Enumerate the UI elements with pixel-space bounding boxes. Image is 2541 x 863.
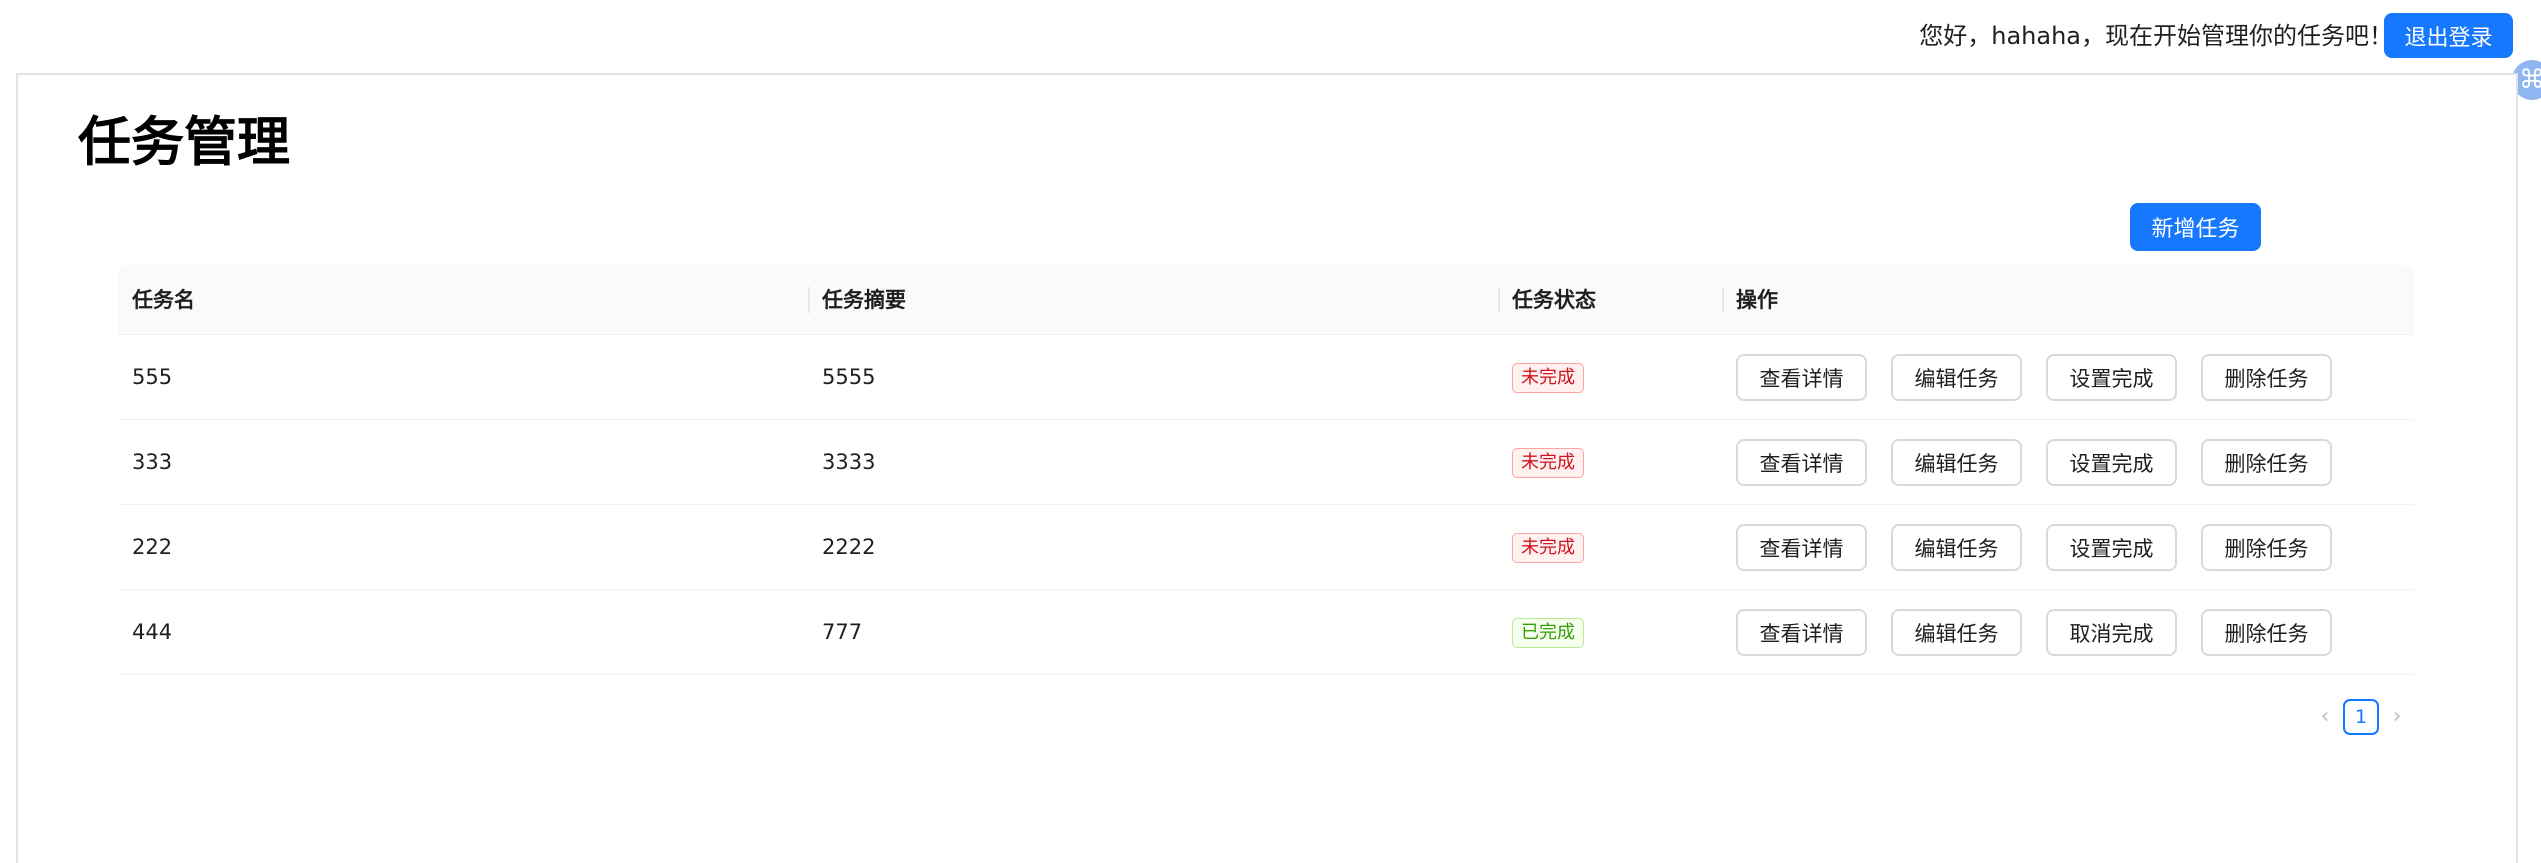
- toggle-complete-button[interactable]: 设置完成: [2046, 524, 2177, 571]
- table-row: 555 5555 未完成 查看详情 编辑任务 设置完成 删除任务: [118, 335, 2414, 420]
- status-badge: 未完成: [1512, 533, 1584, 563]
- column-separator: [1498, 287, 1500, 313]
- delete-task-button[interactable]: 删除任务: [2201, 439, 2332, 486]
- task-name-cell: 444: [132, 620, 173, 644]
- table-row: 444 777 已完成 查看详情 编辑任务 取消完成 删除任务: [118, 590, 2414, 675]
- task-status-cell: 未完成: [1512, 505, 1584, 589]
- greeting-text: 您好，hahaha，现在开始管理你的任务吧！: [1919, 22, 2393, 50]
- page-number-1[interactable]: 1: [2343, 699, 2379, 735]
- delete-task-button[interactable]: 删除任务: [2201, 524, 2332, 571]
- toggle-complete-button[interactable]: 设置完成: [2046, 354, 2177, 401]
- table-row: 222 2222 未完成 查看详情 编辑任务 设置完成 删除任务: [118, 505, 2414, 590]
- table-row: 333 3333 未完成 查看详情 编辑任务 设置完成 删除任务: [118, 420, 2414, 505]
- task-name-cell: 222: [132, 535, 173, 559]
- task-summary-cell: 777: [822, 620, 863, 644]
- table-header: 任务名 任务摘要 任务状态 操作: [118, 265, 2414, 335]
- table-body: 555 5555 未完成 查看详情 编辑任务 设置完成 删除任务 333 333…: [118, 335, 2414, 675]
- chevron-left-icon[interactable]: ‹: [2310, 698, 2340, 736]
- column-header-status: 任务状态: [1512, 288, 1596, 312]
- add-task-button[interactable]: 新增任务: [2130, 203, 2261, 251]
- toggle-complete-button[interactable]: 设置完成: [2046, 439, 2177, 486]
- toggle-complete-button[interactable]: 取消完成: [2046, 609, 2177, 656]
- status-badge: 已完成: [1512, 618, 1584, 648]
- logout-button[interactable]: 退出登录: [2384, 13, 2513, 58]
- view-details-button[interactable]: 查看详情: [1736, 439, 1867, 486]
- task-summary-cell: 5555: [822, 365, 876, 389]
- task-name-cell: 333: [132, 450, 173, 474]
- delete-task-button[interactable]: 删除任务: [2201, 609, 2332, 656]
- column-header-actions: 操作: [1736, 288, 1778, 312]
- edit-task-button[interactable]: 编辑任务: [1891, 439, 2022, 486]
- edit-task-button[interactable]: 编辑任务: [1891, 354, 2022, 401]
- task-name-cell: 555: [132, 365, 173, 389]
- column-header-name: 任务名: [132, 288, 195, 312]
- task-table: 任务名 任务摘要 任务状态 操作 555 5555 未完成 查看详情 编辑任务 …: [118, 265, 2414, 675]
- status-badge: 未完成: [1512, 363, 1584, 393]
- task-status-cell: 未完成: [1512, 335, 1584, 419]
- column-separator: [808, 287, 810, 313]
- edit-task-button[interactable]: 编辑任务: [1891, 524, 2022, 571]
- edit-task-button[interactable]: 编辑任务: [1891, 609, 2022, 656]
- task-status-cell: 已完成: [1512, 590, 1584, 674]
- column-header-summary: 任务摘要: [822, 288, 906, 312]
- chevron-right-icon[interactable]: ›: [2382, 698, 2412, 736]
- delete-task-button[interactable]: 删除任务: [2201, 354, 2332, 401]
- top-bar: 您好，hahaha，现在开始管理你的任务吧！ 退出登录 ⌘: [0, 0, 2541, 100]
- task-summary-cell: 3333: [822, 450, 876, 474]
- page-title: 任务管理: [78, 112, 290, 173]
- status-badge: 未完成: [1512, 448, 1584, 478]
- view-details-button[interactable]: 查看详情: [1736, 354, 1867, 401]
- view-details-button[interactable]: 查看详情: [1736, 524, 1867, 571]
- task-summary-cell: 2222: [822, 535, 876, 559]
- task-status-cell: 未完成: [1512, 420, 1584, 504]
- view-details-button[interactable]: 查看详情: [1736, 609, 1867, 656]
- column-separator: [1722, 287, 1724, 313]
